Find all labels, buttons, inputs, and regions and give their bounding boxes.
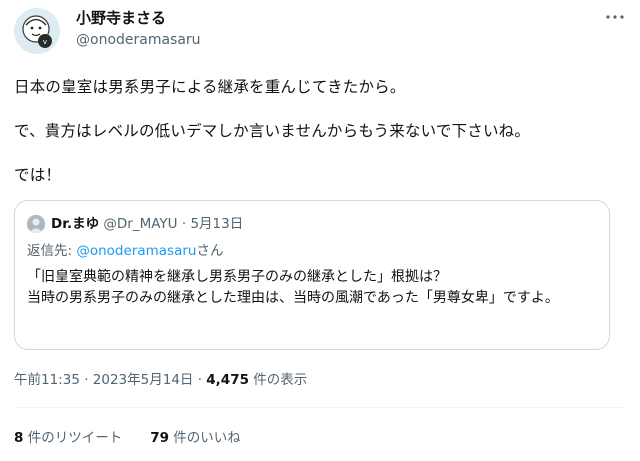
- avatar[interactable]: v: [14, 8, 60, 54]
- author-handle[interactable]: @onoderamasaru: [76, 30, 201, 50]
- tweet-timestamp: 午前11:35 · 2023年5月14日 · 4,475 件の表示: [14, 370, 307, 390]
- timestamp-text[interactable]: 午前11:35 · 2023年5月14日 ·: [14, 372, 206, 388]
- views-count: 4,475: [206, 372, 249, 388]
- likes-count: 79: [150, 430, 169, 446]
- quote-header: Dr.まゆ @Dr_MAYU · 5月13日: [51, 214, 243, 234]
- views-label: 件の表示: [248, 372, 308, 388]
- quote-author-name: Dr.まゆ: [51, 216, 100, 232]
- reply-suffix: さん: [196, 243, 224, 259]
- author-name[interactable]: 小野寺まさる: [76, 8, 166, 28]
- quote-date: 5月13日: [190, 216, 244, 232]
- tweet-text-line: 日本の皇室は男系男子による継承を重んじてきたから。: [14, 78, 406, 96]
- quote-text: 「旧皇室典範の精神を継承し男系男子のみの継承とした」根拠は？ 当時の男系男子のみ…: [27, 267, 601, 309]
- tweet-body: 日本の皇室は男系男子による継承を重んじてきたから。 で、貴方はレベルの低いデマし…: [14, 74, 626, 188]
- retweets-count: 8: [14, 430, 24, 446]
- quote-text-line: 当時の男系男子のみの継承とした理由は、当時の風潮であった「男尊女卑」ですよ。: [27, 290, 559, 306]
- default-avatar-icon: [27, 215, 45, 233]
- quote-reply-to: 返信先: @onoderamasaruさん: [27, 241, 223, 261]
- likes-label: 件のいいね: [169, 430, 241, 446]
- quote-separator: ·: [181, 216, 187, 232]
- likes-stat[interactable]: 79 件のいいね: [150, 428, 241, 448]
- quote-author-handle: @Dr_MAYU: [103, 216, 178, 232]
- retweets-label: 件のリツイート: [23, 430, 123, 446]
- tweet-text-line: では！: [14, 166, 62, 184]
- tweet-text-line: で、貴方はレベルの低いデマしか言いませんからもう来ないで下さいね。: [14, 122, 531, 140]
- divider: [14, 407, 626, 408]
- quote-avatar: [27, 215, 45, 233]
- quote-text-line: 「旧皇室典範の精神を継承し男系男子のみの継承とした」根拠は？: [27, 269, 447, 285]
- avatar-illustration: v: [14, 8, 60, 54]
- reply-prefix: 返信先:: [27, 243, 77, 259]
- svg-text:v: v: [43, 38, 47, 46]
- tweet: v 小野寺まさる @onoderamasaru 日本の皇室は男系男子による継承を…: [0, 0, 640, 461]
- reply-handle-link[interactable]: @onoderamasaru: [76, 243, 196, 259]
- more-button[interactable]: [602, 8, 628, 26]
- quoted-tweet[interactable]: Dr.まゆ @Dr_MAYU · 5月13日 返信先: @onoderamasa…: [14, 200, 610, 350]
- more-dots-icon: [606, 15, 624, 19]
- retweets-stat[interactable]: 8 件のリツイート: [14, 428, 122, 448]
- engagement-stats: 8 件のリツイート 79 件のいいね: [14, 428, 241, 448]
